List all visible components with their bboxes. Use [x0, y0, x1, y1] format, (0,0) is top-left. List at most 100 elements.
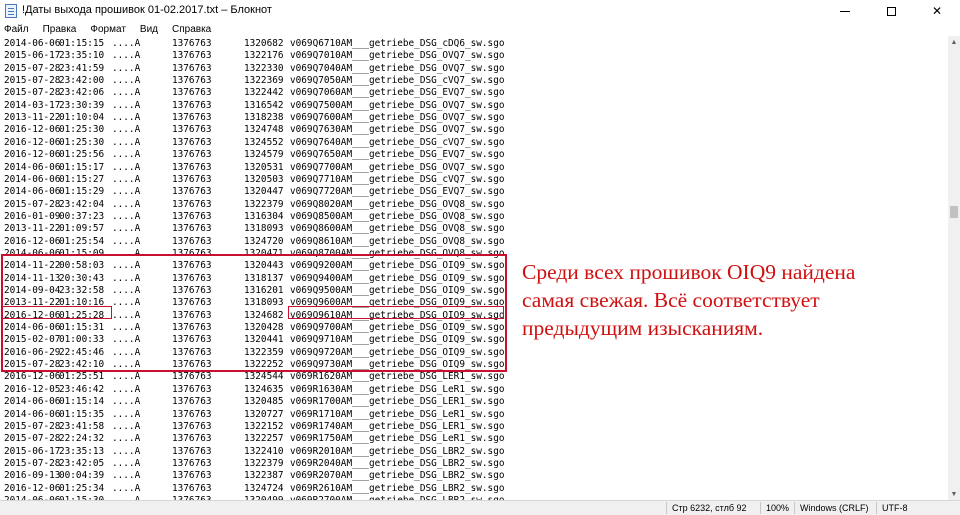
text-field: 23:41:58 — [59, 420, 105, 432]
text-field: 2014-06-06 — [4, 161, 61, 173]
highlight-box-latest-date — [2, 306, 112, 319]
text-field: v069Q8610AM___getriebe_DSG_OVQ8_sw.sgo — [290, 235, 505, 247]
text-field: 00:04:39 — [59, 470, 105, 482]
text-field: 1376763 — [172, 62, 212, 74]
text-field: 1316304 — [244, 210, 284, 222]
text-field: 1320531 — [244, 161, 284, 173]
text-field: 1376763 — [172, 235, 212, 247]
text-field: 01:15:17 — [59, 161, 105, 173]
minimize-icon — [840, 10, 850, 12]
text-field: 1376763 — [172, 396, 212, 408]
scrollbar-thumb[interactable] — [950, 206, 958, 218]
maximize-button[interactable] — [868, 0, 914, 22]
text-field: 1320447 — [244, 186, 284, 198]
zoom-level: 100% — [766, 503, 790, 513]
text-field: 1376763 — [172, 420, 212, 432]
menu-help[interactable]: Справка — [172, 24, 211, 35]
text-field: 23:42:00 — [59, 75, 105, 87]
text-field: 1376763 — [172, 198, 212, 210]
text-field: 1376763 — [172, 383, 212, 395]
scroll-down-icon[interactable]: ▼ — [948, 488, 960, 500]
text-field: v069R2070AM___getriebe_DSG_LBR2_sw.sgo — [290, 470, 505, 482]
text-field: 1376763 — [172, 50, 212, 62]
text-field: ....A — [112, 50, 141, 62]
text-field: 01:25:30 — [59, 124, 105, 136]
text-field: 1376763 — [172, 408, 212, 420]
text-field: 23:30:39 — [59, 99, 105, 111]
text-field: 1318238 — [244, 112, 284, 124]
text-field: 2015-07-28 — [4, 433, 61, 445]
annotation-line: предыдущим изысканиям. — [522, 316, 764, 340]
text-field: v069Q7720AM___getriebe_DSG_EVQ7_sw.sgo — [290, 186, 505, 198]
text-field: 1324544 — [244, 371, 284, 383]
minimize-button[interactable] — [822, 0, 868, 22]
text-field: ....A — [112, 173, 141, 185]
text-field: 1376763 — [172, 210, 212, 222]
text-field: 1324579 — [244, 149, 284, 161]
scroll-up-icon[interactable]: ▲ — [948, 36, 960, 48]
text-field: 2014-06-06 — [4, 38, 61, 49]
text-field: ....A — [112, 161, 141, 173]
text-field: 1320727 — [244, 408, 284, 420]
vertical-scrollbar[interactable]: ▲ ▼ — [948, 36, 960, 500]
text-field: v069Q7500AM___getriebe_DSG_OVQ7_sw.sgo — [290, 99, 505, 111]
window-title: !Даты выхода прошивок 01-02.2017.txt – Б… — [22, 4, 272, 16]
text-field: v069Q7060AM___getriebe_DSG_EVQ7_sw.sgo — [290, 87, 505, 99]
text-field: v069R2040AM___getriebe_DSG_LBR2_sw.sgo — [290, 457, 505, 469]
text-field: v069Q7640AM___getriebe_DSG_cVQ7_sw.sgo — [290, 136, 505, 148]
text-field: ....A — [112, 482, 141, 494]
menu-view[interactable]: Вид — [140, 24, 158, 35]
text-field: v069Q6710AM___getriebe_DSG_cDQ6_sw.sgo — [290, 38, 505, 49]
text-field: 1376763 — [172, 482, 212, 494]
text-field: 2014-06-06 — [4, 173, 61, 185]
text-field: ....A — [112, 235, 141, 247]
text-field: v069Q7650AM___getriebe_DSG_EVQ7_sw.sgo — [290, 149, 505, 161]
text-field: 1376763 — [172, 136, 212, 148]
text-field: ....A — [112, 210, 141, 222]
text-field: v069Q8020AM___getriebe_DSG_OVQ8_sw.sgo — [290, 198, 505, 210]
text-field: 1322387 — [244, 470, 284, 482]
text-field: 01:15:35 — [59, 408, 105, 420]
text-field: 23:35:10 — [59, 50, 105, 62]
text-field: 00:37:23 — [59, 210, 105, 222]
text-field: 1324720 — [244, 235, 284, 247]
text-field: ....A — [112, 87, 141, 99]
notepad-icon — [5, 4, 17, 18]
text-field: 1376763 — [172, 87, 212, 99]
text-field: v069R2010AM___getriebe_DSG_LBR2_sw.sgo — [290, 445, 505, 457]
encoding: UTF-8 — [882, 503, 908, 513]
text-field: 1324552 — [244, 136, 284, 148]
text-field: 1376763 — [172, 173, 212, 185]
text-field: ....A — [112, 445, 141, 457]
text-field: ....A — [112, 75, 141, 87]
text-field: v069Q7600AM___getriebe_DSG_OVQ7_sw.sgo — [290, 112, 505, 124]
text-field: 2016-12-06 — [4, 371, 61, 383]
text-field: 1376763 — [172, 371, 212, 383]
text-field: 1324748 — [244, 124, 284, 136]
text-field: ....A — [112, 136, 141, 148]
maximize-icon — [886, 6, 896, 16]
text-field: ....A — [112, 38, 141, 49]
text-field: 1376763 — [172, 38, 212, 49]
highlight-box-latest-file — [288, 306, 504, 319]
text-field: 1376763 — [172, 99, 212, 111]
close-button[interactable]: ✕ — [914, 0, 960, 22]
menu-format[interactable]: Формат — [90, 24, 126, 35]
menu-edit[interactable]: Правка — [43, 24, 77, 35]
text-field: ....A — [112, 371, 141, 383]
text-field: 1322369 — [244, 75, 284, 87]
text-field: 1322152 — [244, 420, 284, 432]
text-field: 1324724 — [244, 482, 284, 494]
text-field: 2014-06-06 — [4, 408, 61, 420]
text-field: ....A — [112, 470, 141, 482]
cursor-position: Стр 6232, стлб 92 — [672, 503, 747, 513]
text-field: 01:25:56 — [59, 149, 105, 161]
text-field: 1322410 — [244, 445, 284, 457]
text-field: 01:15:29 — [59, 186, 105, 198]
text-field: 01:25:30 — [59, 136, 105, 148]
text-field: 1320485 — [244, 396, 284, 408]
text-field: ....A — [112, 223, 141, 235]
menu-file[interactable]: Файл — [4, 24, 29, 35]
text-field: 2015-07-28 — [4, 87, 61, 99]
text-field: 1376763 — [172, 75, 212, 87]
